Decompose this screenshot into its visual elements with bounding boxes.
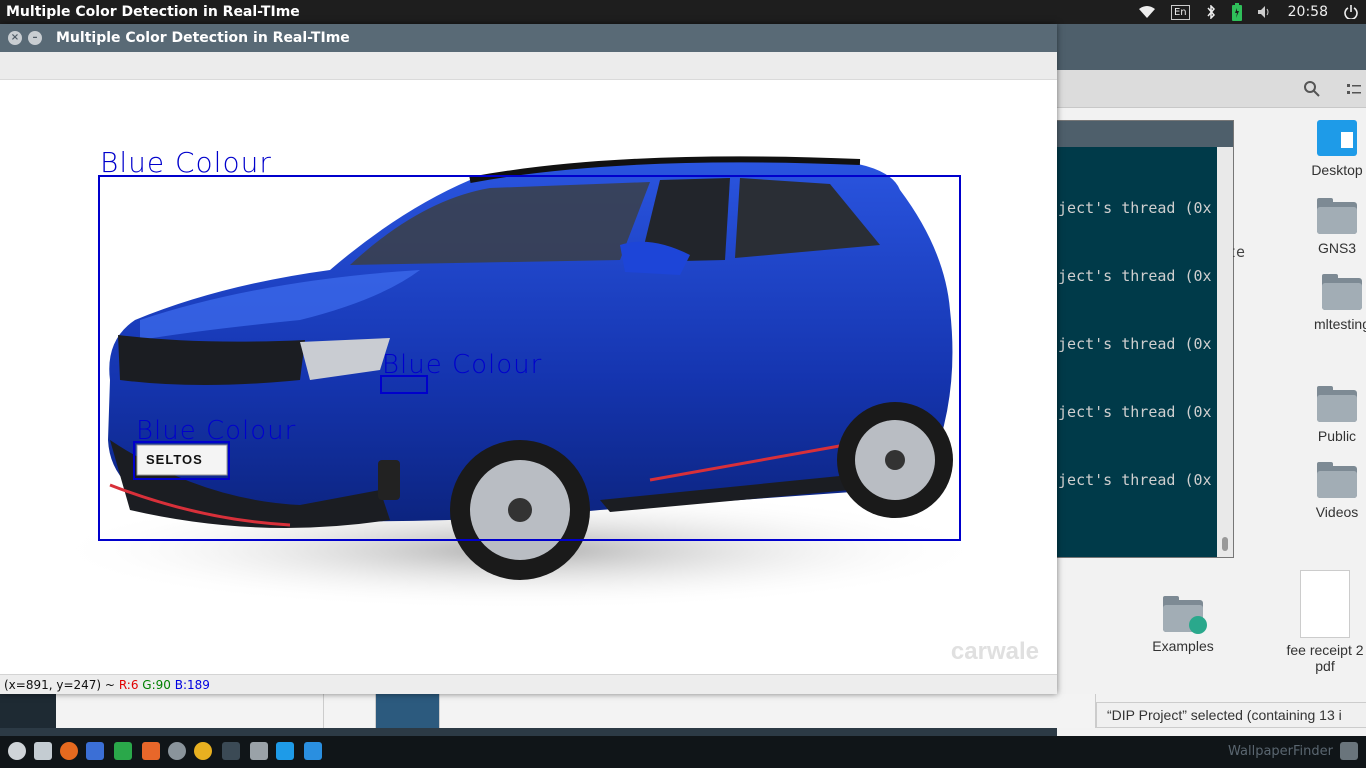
- volume-icon[interactable]: [1250, 0, 1280, 24]
- window-titlebar[interactable]: × – Multiple Color Detection in Real-TIm…: [0, 24, 1057, 52]
- system-tray: En 20:58: [1131, 0, 1366, 24]
- calc-icon[interactable]: [114, 742, 132, 760]
- terminal-line: oject's thread (0x: [1049, 403, 1212, 421]
- minimize-button[interactable]: –: [28, 31, 42, 45]
- opencv-window: × – Multiple Color Detection in Real-TIm…: [0, 24, 1057, 694]
- settings-icon[interactable]: [168, 742, 186, 760]
- folder-icon: [1317, 198, 1357, 234]
- folder-examples[interactable]: Examples: [1143, 596, 1223, 654]
- firefox-icon[interactable]: [60, 742, 78, 760]
- cursor-position: (x=891, y=247) ~: [4, 678, 115, 692]
- windows-app-icon[interactable]: [304, 742, 322, 760]
- dock: WallpaperFinder: [0, 736, 1366, 768]
- file-cell-selected[interactable]: [376, 694, 440, 728]
- file-label: fee receipt 2 pdf: [1286, 642, 1364, 674]
- chrome-icon[interactable]: [194, 742, 212, 760]
- scrollbar-thumb[interactable]: [1222, 537, 1228, 551]
- window-toolbar: [0, 52, 1057, 80]
- folder-mltesting[interactable]: mltesting: [1297, 274, 1366, 332]
- folder-icon: [1317, 462, 1357, 498]
- window-title: Multiple Color Detection in Real-TIme: [56, 30, 350, 46]
- red-value: R:6: [118, 678, 139, 692]
- blue-value: B:189: [174, 678, 210, 692]
- trash-icon[interactable]: [1340, 742, 1358, 760]
- folder-public[interactable]: Public: [1297, 386, 1366, 444]
- top-panel: Multiple Color Detection in Real-TIme En…: [0, 0, 1366, 24]
- folder-desktop[interactable]: Desktop: [1297, 120, 1366, 178]
- file-manager-titlebar: [1057, 24, 1366, 70]
- folder-icon: [1317, 120, 1357, 156]
- terminal-line: oject's thread (0x: [1049, 471, 1212, 489]
- power-icon[interactable]: [1336, 0, 1366, 24]
- writer-icon[interactable]: [86, 742, 104, 760]
- folder-app-icon[interactable]: [276, 742, 294, 760]
- detection-box: [133, 441, 230, 480]
- dock-app-label: WallpaperFinder: [1228, 744, 1334, 759]
- file-cell[interactable]: [324, 694, 376, 728]
- folder-label: GNS3: [1317, 240, 1357, 256]
- battery-icon[interactable]: [1224, 0, 1250, 24]
- green-value: G:90: [142, 678, 171, 692]
- file-fee-receipt[interactable]: fee receipt 2 pdf: [1275, 570, 1366, 674]
- folder-label: Videos: [1315, 504, 1359, 520]
- bluetooth-icon[interactable]: [1198, 0, 1224, 24]
- folder-icon: [1322, 274, 1362, 310]
- archive-icon[interactable]: [250, 742, 268, 760]
- terminal-scrollbar[interactable]: [1217, 147, 1233, 557]
- wifi-icon[interactable]: [1131, 0, 1163, 24]
- pixel-status-bar: (x=891, y=247) ~ R:6 G:90 B:189: [0, 674, 1057, 694]
- file-cell[interactable]: [56, 694, 324, 728]
- folder-label: mltesting: [1313, 316, 1366, 332]
- folder-label: Desktop: [1311, 162, 1363, 178]
- system-menu-icon[interactable]: [8, 742, 26, 760]
- view-options-icon[interactable]: [1346, 81, 1362, 97]
- folder-label: Public: [1317, 428, 1357, 444]
- terminal-line: oject's thread (0x: [1049, 335, 1212, 353]
- carwale-watermark: carwale: [950, 638, 1039, 665]
- files-icon[interactable]: [34, 742, 52, 760]
- file-cell[interactable]: [440, 694, 1096, 728]
- clock[interactable]: 20:58: [1280, 0, 1336, 24]
- folder-gns3[interactable]: GNS3: [1297, 198, 1366, 256]
- active-window-title: Multiple Color Detection in Real-TIme: [6, 4, 300, 20]
- folder-icon: [1163, 596, 1207, 634]
- terminal-line: oject's thread (0x: [1049, 267, 1212, 285]
- pdf-thumbnail-icon: [1300, 570, 1350, 638]
- folder-label: Examples: [1152, 638, 1214, 654]
- file-strip: [0, 694, 1096, 728]
- impress-icon[interactable]: [142, 742, 160, 760]
- terminal-line: oject's thread (0x: [1049, 199, 1212, 217]
- search-icon[interactable]: [1304, 81, 1320, 97]
- folder-icon: [1317, 386, 1357, 422]
- detection-box: [380, 375, 428, 394]
- folder-videos[interactable]: Videos: [1297, 462, 1366, 520]
- terminal-icon[interactable]: [222, 742, 240, 760]
- keyboard-layout-label: En: [1170, 4, 1190, 20]
- selection-status: “DIP Project” selected (containing 13 i: [1096, 702, 1366, 728]
- image-canvas[interactable]: SELTOS Blue Colour Blue Colour Blue Colo…: [0, 80, 1057, 674]
- keyboard-layout-indicator[interactable]: En: [1163, 0, 1198, 24]
- close-button[interactable]: ×: [8, 31, 22, 45]
